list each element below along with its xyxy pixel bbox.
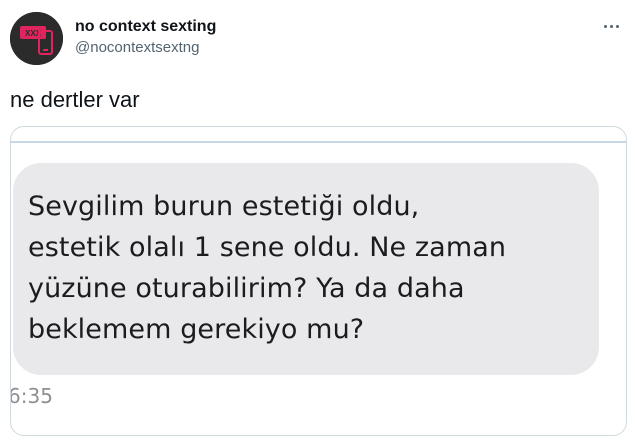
more-dot xyxy=(615,24,619,28)
screenshot-divider xyxy=(11,141,626,143)
user-handle[interactable]: @nocontextsextng xyxy=(75,38,216,58)
message-line: beklemem gerekiyo mu? xyxy=(28,314,365,345)
message-timestamp: 6:35 xyxy=(10,384,53,408)
message-line: Sevgilim burun estetiği oldu, xyxy=(28,191,420,222)
more-dot xyxy=(609,24,613,28)
tweet-text: ne dertler var xyxy=(10,87,140,112)
phone-logo-icon: XXX xyxy=(10,12,63,65)
more-dot xyxy=(603,24,607,28)
tweet-card: XXX no context sexting @nocontextsextng … xyxy=(0,0,635,440)
message-line: estetik olalı 1 sene oldu. Ne zaman xyxy=(28,232,507,263)
more-options-icon[interactable] xyxy=(597,16,625,36)
display-name[interactable]: no context sexting xyxy=(75,16,216,37)
avatar[interactable]: XXX xyxy=(10,12,63,65)
message-line: yüzüne oturabilirim? Ya da daha xyxy=(28,273,465,304)
message-text: Sevgilim burun estetiği oldu, estetik ol… xyxy=(28,186,506,350)
tweet-header: XXX no context sexting @nocontextsextng xyxy=(0,0,635,72)
tweet-media[interactable]: Sevgilim burun estetiği oldu, estetik ol… xyxy=(10,126,627,436)
name-block: no context sexting @nocontextsextng xyxy=(75,16,216,58)
